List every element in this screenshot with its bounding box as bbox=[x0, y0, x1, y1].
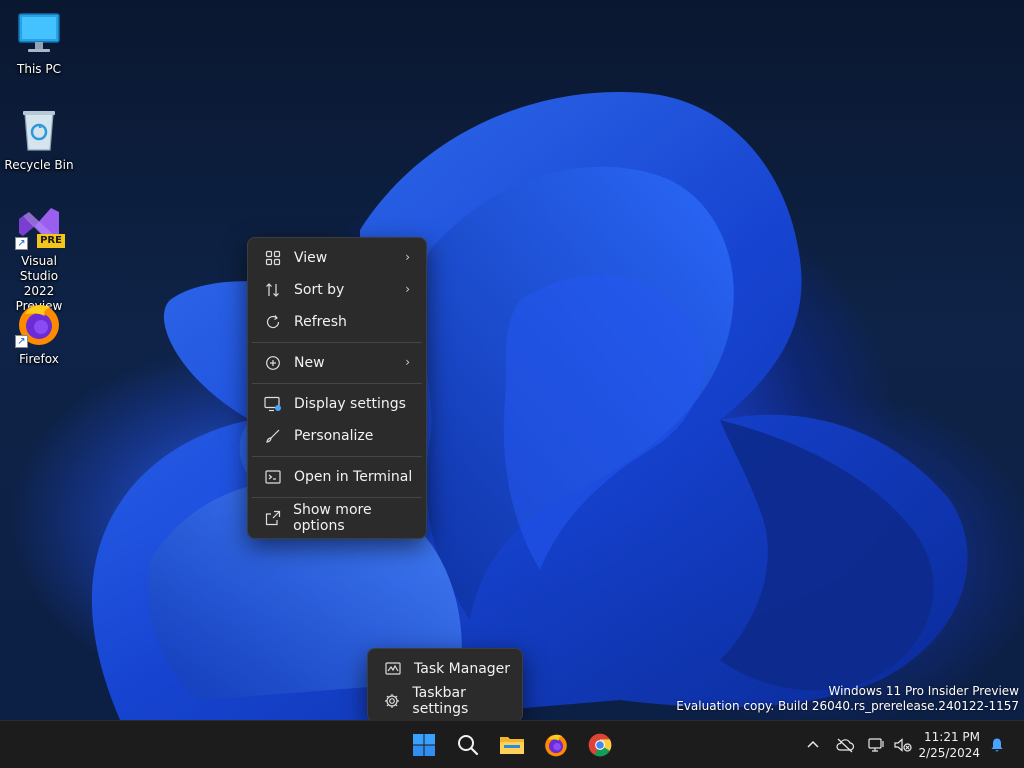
taskbar-context-menu: Task Manager Taskbar settings bbox=[367, 648, 523, 720]
desktop-icon-visual-studio[interactable]: PRE ↗ Visual Studio 2022 Preview bbox=[1, 202, 77, 314]
menu-separator bbox=[252, 383, 422, 384]
file-explorer-button[interactable] bbox=[496, 729, 528, 761]
sort-icon bbox=[262, 281, 284, 299]
desktop-context-menu: View › Sort by › Refresh New › Display s… bbox=[247, 237, 427, 539]
watermark-line-2: Evaluation copy. Build 26040.rs_prerelea… bbox=[676, 699, 1019, 713]
chevron-right-icon: › bbox=[405, 250, 410, 264]
firefox-taskbar-button[interactable] bbox=[540, 729, 572, 761]
view-grid-icon bbox=[262, 249, 284, 267]
desktop-icon-label: This PC bbox=[17, 62, 61, 76]
menu-item-label: View bbox=[294, 250, 328, 266]
firefox-icon: ↗ bbox=[15, 300, 63, 348]
menu-separator bbox=[252, 342, 422, 343]
desktop-icon-firefox[interactable]: ↗ Firefox bbox=[1, 300, 77, 367]
volume-muted-icon[interactable] bbox=[893, 735, 913, 755]
watermark-line-1: Windows 11 Pro Insider Preview bbox=[828, 684, 1019, 698]
recycle-bin-icon bbox=[15, 106, 63, 154]
menu-item-label: Sort by bbox=[294, 282, 345, 298]
start-icon bbox=[413, 734, 435, 756]
start-button[interactable] bbox=[408, 729, 440, 761]
monitor-icon bbox=[15, 10, 63, 58]
notification-bell-icon[interactable] bbox=[987, 735, 1007, 755]
menu-item-show-more-options[interactable]: Show more options bbox=[252, 502, 422, 534]
clock-date: 2/25/2024 bbox=[918, 746, 980, 760]
menu-item-label: Show more options bbox=[293, 502, 372, 534]
menu-item-view[interactable]: View › bbox=[252, 242, 422, 274]
new-plus-icon bbox=[262, 354, 284, 372]
network-icon[interactable] bbox=[867, 735, 887, 755]
menu-item-label: Task Manager bbox=[414, 661, 511, 677]
shortcut-arrow-icon: ↗ bbox=[15, 335, 28, 348]
menu-item-label: Display settings bbox=[294, 396, 406, 412]
chrome-icon bbox=[588, 733, 612, 757]
menu-item-new[interactable]: New › bbox=[252, 347, 422, 379]
file-explorer-icon bbox=[500, 737, 524, 754]
menu-item-label: Open in Terminal bbox=[294, 469, 413, 485]
menu-item-label: Taskbar settings bbox=[412, 685, 469, 717]
menu-item-label: New bbox=[294, 355, 325, 371]
menu-item-label: Personalize bbox=[294, 428, 374, 444]
chevron-right-icon: › bbox=[405, 355, 410, 369]
terminal-icon bbox=[262, 468, 284, 486]
desktop-icon-label: Firefox bbox=[19, 352, 59, 366]
chevron-up-icon[interactable] bbox=[803, 735, 823, 755]
menu-item-taskbar-settings[interactable]: Taskbar settings bbox=[372, 685, 518, 717]
chrome-taskbar-button[interactable] bbox=[584, 729, 616, 761]
menu-separator bbox=[252, 456, 422, 457]
menu-item-display-settings[interactable]: Display settings bbox=[252, 388, 422, 420]
desktop-icon-label: Recycle Bin bbox=[4, 158, 74, 172]
pre-badge: PRE bbox=[37, 234, 65, 248]
refresh-icon bbox=[262, 313, 284, 331]
menu-item-refresh[interactable]: Refresh bbox=[252, 306, 422, 338]
search-icon bbox=[458, 735, 479, 756]
label-line-1: Visual Studio bbox=[19, 254, 59, 283]
menu-separator bbox=[252, 497, 422, 498]
task-manager-icon bbox=[382, 660, 404, 678]
menu-item-task-manager[interactable]: Task Manager bbox=[372, 653, 518, 685]
cloud-offline-icon[interactable] bbox=[835, 735, 855, 755]
clock-time: 11:21 PM bbox=[924, 730, 980, 744]
personalize-brush-icon bbox=[262, 427, 284, 445]
wallpaper-bloom bbox=[91, 92, 968, 720]
visual-studio-icon: PRE ↗ bbox=[15, 202, 65, 250]
chevron-right-icon: › bbox=[405, 282, 410, 296]
desktop-wallpaper[interactable]: This PC Recycle Bin PRE ↗ Visual Studio … bbox=[0, 0, 1024, 720]
show-more-options-icon bbox=[262, 509, 283, 527]
menu-item-open-in-terminal[interactable]: Open in Terminal bbox=[252, 461, 422, 493]
evaluation-watermark: Windows 11 Pro Insider Preview Evaluatio… bbox=[676, 684, 1019, 714]
gear-icon bbox=[382, 692, 402, 710]
menu-item-personalize[interactable]: Personalize bbox=[252, 420, 422, 452]
display-settings-icon bbox=[262, 395, 284, 413]
desktop-icon-recycle-bin[interactable]: Recycle Bin bbox=[1, 106, 77, 173]
clock[interactable]: 11:21 PM 2/25/2024 bbox=[918, 729, 980, 761]
desktop-icon-this-pc[interactable]: This PC bbox=[1, 10, 77, 77]
firefox-icon bbox=[545, 734, 567, 757]
search-button[interactable] bbox=[452, 729, 484, 761]
menu-item-label: Refresh bbox=[294, 314, 347, 330]
taskbar: 11:21 PM 2/25/2024 bbox=[0, 720, 1024, 768]
menu-item-sort-by[interactable]: Sort by › bbox=[252, 274, 422, 306]
shortcut-arrow-icon: ↗ bbox=[15, 237, 28, 250]
